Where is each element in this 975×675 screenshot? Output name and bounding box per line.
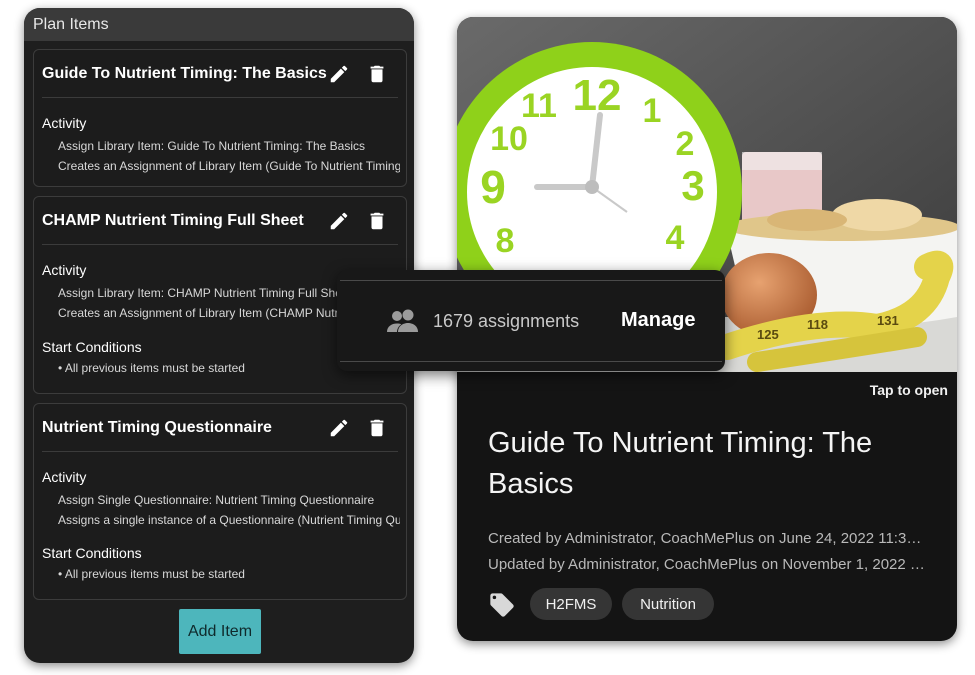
plan-item-title: CHAMP Nutrient Timing Full Sheet [42,211,304,229]
svg-text:118: 118 [807,317,828,332]
svg-text:2: 2 [676,125,695,163]
pencil-icon[interactable] [328,417,350,439]
plan-item-header: Guide To Nutrient Timing: The Basics [42,50,398,98]
assignments-popup: 1679 assignments Manage [337,270,725,371]
activity-line: Assigns a single instance of a Questionn… [58,513,400,527]
popup-divider [340,280,722,281]
manage-button[interactable]: Manage [621,309,695,332]
popup-divider [340,361,722,362]
svg-text:9: 9 [480,161,506,213]
svg-text:4: 4 [666,219,685,257]
svg-text:3: 3 [681,162,704,209]
plan-item-card: Nutrient Timing Questionnaire Activity A… [33,403,407,600]
tag-chip[interactable]: H2FMS [530,588,612,620]
trash-icon[interactable] [366,417,388,439]
plan-item-header: Nutrient Timing Questionnaire [42,404,398,452]
activity-line: Assign Single Questionnaire: Nutrient Ti… [58,493,375,507]
tag-icon [488,591,516,619]
assignment-count: 1679 assignments [433,311,580,331]
plan-item-title: Guide To Nutrient Timing: The Basics [42,64,327,82]
add-item-button[interactable]: Add Item [179,609,261,654]
activity-line: Assign Library Item: Guide To Nutrient T… [58,139,366,153]
svg-text:10: 10 [490,120,528,158]
updated-by-text: Updated by Administrator, CoachMePlus on… [488,556,928,573]
tap-to-open-label[interactable]: Tap to open [870,382,948,398]
pencil-icon[interactable] [328,210,350,232]
trash-icon[interactable] [366,63,388,85]
svg-text:12: 12 [573,71,622,120]
svg-text:131: 131 [877,313,899,328]
activity-label: Activity [42,469,87,485]
activity-label: Activity [42,115,87,131]
svg-text:125: 125 [757,327,779,342]
trash-icon[interactable] [366,210,388,232]
plan-item-header: CHAMP Nutrient Timing Full Sheet [42,197,398,245]
pencil-icon[interactable] [328,63,350,85]
start-conditions-label: Start Conditions [42,545,142,561]
library-item-title: Guide To Nutrient Timing: The Basics [488,427,873,500]
svg-text:8: 8 [496,222,515,260]
plan-item-card: Guide To Nutrient Timing: The Basics Act… [33,49,407,187]
activity-line: Creates an Assignment of Library Item (G… [58,159,400,173]
plan-item-actions [328,417,388,439]
plan-item-title: Nutrient Timing Questionnaire [42,418,272,436]
start-condition: • All previous items must be started [58,567,245,581]
people-icon [386,308,420,334]
plan-item-actions [328,210,388,232]
tag-chip[interactable]: Nutrition [622,588,714,620]
plan-item-actions [328,63,388,85]
plan-items-header: Plan Items [24,8,414,41]
svg-text:1: 1 [643,92,662,130]
created-by-text: Created by Administrator, CoachMePlus on… [488,530,928,547]
